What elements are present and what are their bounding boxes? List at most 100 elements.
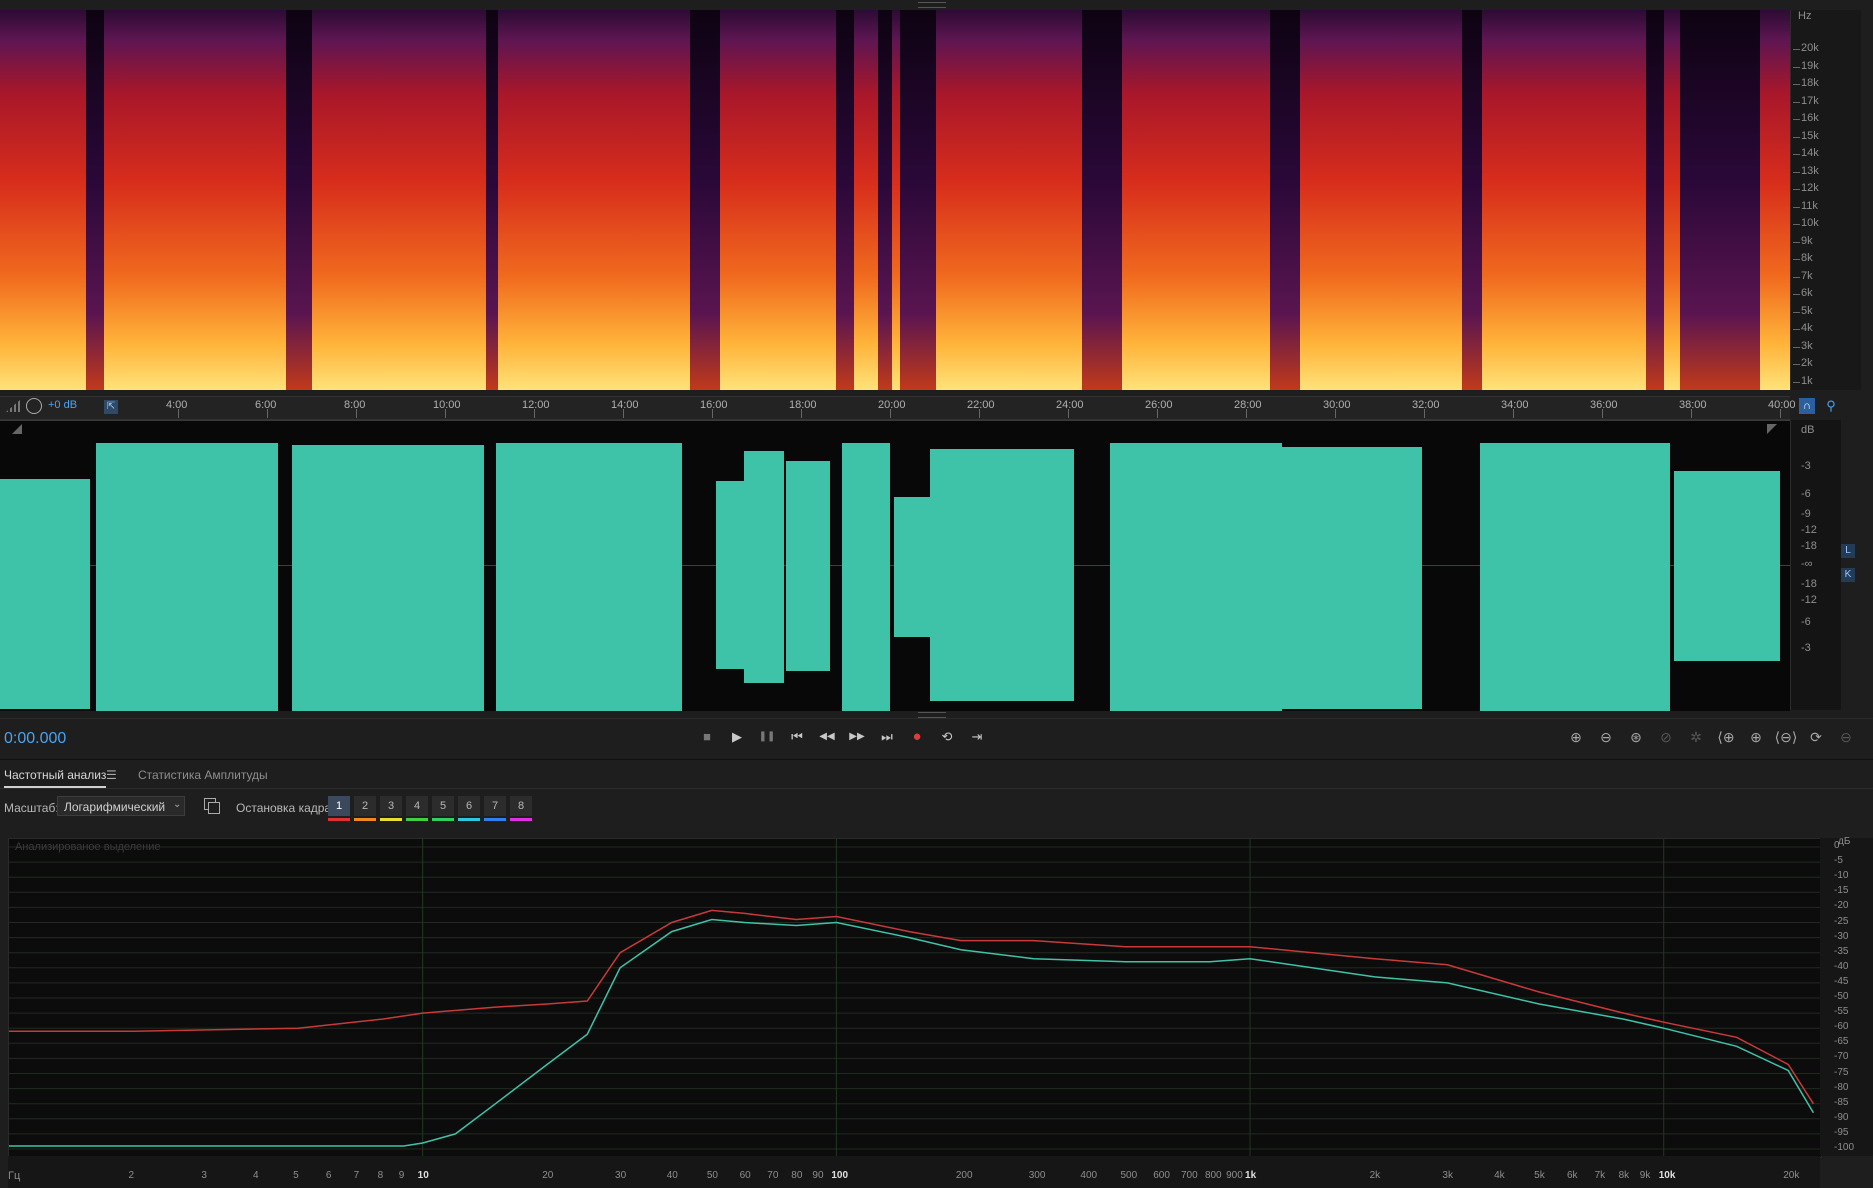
time-label: 14:00 <box>611 399 639 411</box>
play-button[interactable]: ▶ <box>726 726 748 748</box>
volume-label[interactable]: +0 dB <box>48 399 77 411</box>
spectrogram-quiet-region-3 <box>690 10 720 390</box>
graph-note: Анализированое выделение <box>15 841 161 853</box>
freeze-frame-color-2 <box>354 818 376 821</box>
zoom-selection-icon[interactable]: ⊛ <box>1624 726 1648 748</box>
headphones-icon[interactable]: ∩ <box>1799 398 1815 414</box>
go-to-end-button[interactable]: ⏭ <box>876 726 898 748</box>
record-button[interactable]: ● <box>906 726 928 748</box>
tab-menu-icon[interactable]: ☰ <box>106 768 117 782</box>
waveform-segment-0 <box>0 479 90 709</box>
resize-handle-top[interactable] <box>918 2 946 8</box>
freeze-frame-button-1[interactable]: 1 <box>328 796 350 816</box>
zoom-reset-icon[interactable]: ⟳ <box>1804 726 1828 748</box>
fast-forward-button[interactable]: ▶▶ <box>846 726 868 748</box>
graph-db-label: -95 <box>1834 1126 1849 1138</box>
graph-frequency-axis: 2 3 4 5 6 7 8 9 10 20 30 40 50 60 70 80 90 100 200 300 400 50… <box>8 1156 1820 1188</box>
amplitude-label: -18 <box>1801 578 1817 590</box>
amplitude-label: -∞ <box>1801 558 1813 570</box>
channel-right-button[interactable]: K <box>1841 568 1855 582</box>
graph-frequency-label: 50 <box>706 1170 718 1181</box>
graph-frequency-label: 3k <box>1442 1170 1453 1181</box>
waveform-segment-13 <box>1674 471 1780 661</box>
graph-frequency-label: 5k <box>1534 1170 1545 1181</box>
zoom-out-full-icon[interactable]: ⟨⊖⟩ <box>1774 726 1798 748</box>
freeze-frame-button-7[interactable]: 7 <box>484 796 506 816</box>
zoom-out-amplitude-icon[interactable]: ⊖ <box>1594 726 1618 748</box>
tab-amplitude-statistics[interactable]: Статистика Амплитуды <box>138 768 268 782</box>
chevron-down-icon[interactable]: ⌄ <box>173 799 181 810</box>
freeze-frame-color-7 <box>484 818 506 821</box>
graph-db-label: -25 <box>1834 915 1849 927</box>
frequency-label: 12k <box>1801 182 1819 194</box>
spectrogram-quiet-region-9 <box>1462 10 1482 390</box>
zoom-in-time-icon[interactable]: ⊕ <box>1744 726 1768 748</box>
spectrogram[interactable] <box>0 10 1790 390</box>
zoom-out-disabled-icon[interactable]: ⊖ <box>1834 726 1858 748</box>
freeze-frame-button-8[interactable]: 8 <box>510 796 532 816</box>
frequency-tick <box>1793 224 1800 225</box>
amplitude-label: -9 <box>1801 508 1811 520</box>
scale-select[interactable]: Логарифмический <box>57 796 185 816</box>
waveform[interactable] <box>0 420 1790 711</box>
frequency-tick <box>1793 364 1800 365</box>
freeze-frame-button-6[interactable]: 6 <box>458 796 480 816</box>
time-label: 22:00 <box>967 399 995 411</box>
time-label: 32:00 <box>1412 399 1440 411</box>
graph-frequency-label: 8k <box>1618 1170 1630 1181</box>
spectrogram-quiet-region-2 <box>486 10 498 390</box>
go-to-start-button[interactable]: ⏮ <box>786 726 808 748</box>
frequency-label: 16k <box>1801 112 1819 124</box>
rewind-button[interactable]: ◀◀ <box>816 726 838 748</box>
graph-db-label: -35 <box>1834 945 1849 957</box>
spectrogram-quiet-region-7 <box>1082 10 1122 390</box>
copy-icon-front[interactable] <box>208 802 220 814</box>
freeze-frame-button-2[interactable]: 2 <box>354 796 376 816</box>
graph-frequency-label: 6 <box>325 1170 332 1181</box>
freeze-frame-button-5[interactable]: 5 <box>432 796 454 816</box>
time-label: 18:00 <box>789 399 817 411</box>
pin-icon[interactable]: ⇱ <box>104 400 118 414</box>
tab-frequency-analysis[interactable]: Частотный анализ <box>4 768 107 788</box>
volume-knob-icon[interactable] <box>26 398 42 414</box>
time-label: 38:00 <box>1679 399 1707 411</box>
zoom-in-amplitude-icon[interactable]: ⊕ <box>1564 726 1588 748</box>
spectrogram-quiet-region-6 <box>900 10 936 390</box>
graph-frequency-label: 70 <box>767 1170 779 1181</box>
graph-frequency-label: 7 <box>353 1170 360 1181</box>
frequency-label: 2k <box>1801 357 1813 369</box>
frequency-tick <box>1793 206 1800 208</box>
zoom-disabled-2-icon[interactable]: ✲ <box>1684 726 1708 748</box>
marker-icon[interactable]: ⚲ <box>1823 398 1839 414</box>
loop-button[interactable]: ⟲ <box>936 726 958 748</box>
time-label: 4:00 <box>166 399 188 411</box>
frequency-label: 15k <box>1801 129 1819 142</box>
stop-button[interactable]: ■ <box>696 726 718 748</box>
graph-frequency-label: 60 <box>739 1170 751 1181</box>
time-label: 16:00 <box>700 399 728 411</box>
pause-button[interactable]: ❚❚ <box>756 726 778 748</box>
amplitude-label: -6 <box>1801 488 1811 500</box>
frequency-label: 20k <box>1801 42 1819 54</box>
frequency-label: 18k <box>1801 77 1819 89</box>
frequency-tick <box>1793 49 1800 50</box>
graph-frequency-label: 1k <box>1245 1170 1257 1181</box>
graph-frequency-label: 100 <box>831 1170 849 1181</box>
waveform-segment-7 <box>842 443 890 711</box>
frequency-graph[interactable] <box>8 838 1822 1158</box>
zoom-disabled-icon[interactable]: ⊘ <box>1654 726 1678 748</box>
freeze-frame-label: Остановка кадра: <box>236 801 335 815</box>
spectrogram-quiet-region-1 <box>286 10 312 390</box>
channel-left-button[interactable]: L <box>1841 544 1855 558</box>
skip-button[interactable]: ⇥ <box>966 726 988 748</box>
spectrum-line-1 <box>9 918 1815 1147</box>
graph-frequency-label: 700 <box>1180 1170 1198 1181</box>
time-label: 34:00 <box>1501 399 1529 411</box>
time-ruler[interactable]: 4:00 6:00 8:00 10:00 12:00 14:00 16:00 18:00 20:… <box>0 396 1796 420</box>
frequency-tick <box>1793 259 1800 260</box>
zoom-in-left-icon[interactable]: ⟨⊕ <box>1714 726 1738 748</box>
waveform-segment-1 <box>96 443 278 711</box>
freeze-frame-button-3[interactable]: 3 <box>380 796 402 816</box>
freeze-frame-button-4[interactable]: 4 <box>406 796 428 816</box>
graph-db-label: -60 <box>1834 1021 1849 1033</box>
